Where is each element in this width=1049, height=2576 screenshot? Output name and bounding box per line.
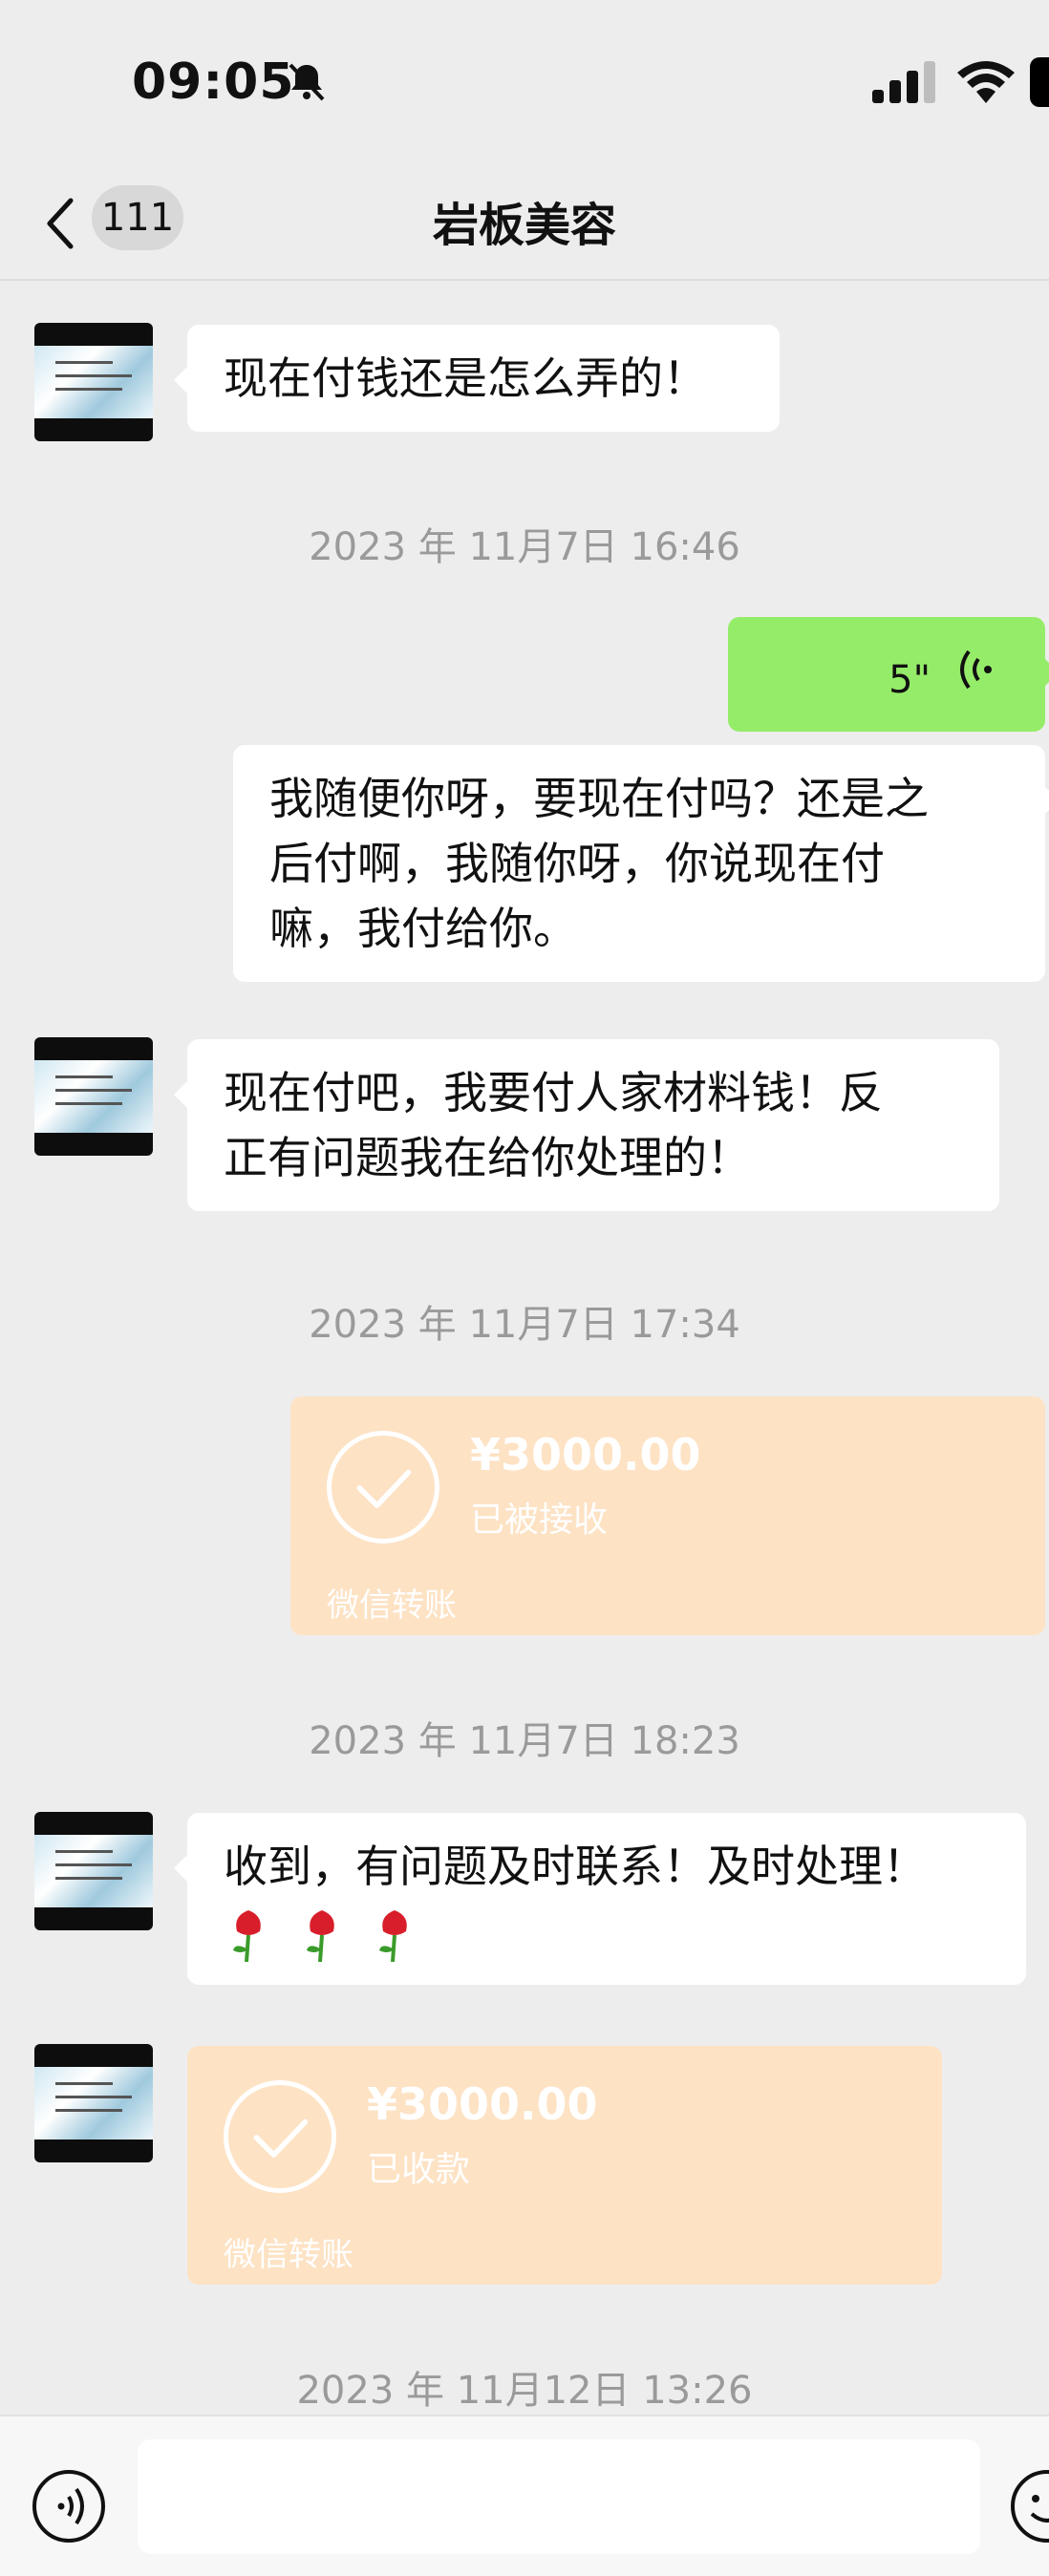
- wifi-icon: [957, 61, 1015, 103]
- check-circle-icon: [327, 1431, 439, 1543]
- bell-muted-icon: [289, 63, 325, 101]
- transfer-card-incoming[interactable]: ¥3000.00 已收款 微信转账: [187, 2046, 942, 2285]
- voice-input-icon[interactable]: [31, 2468, 107, 2544]
- emoji-icon[interactable]: [1009, 2468, 1049, 2544]
- transfer-card-outgoing[interactable]: ¥3000.00 已被接收 微信转账: [290, 1396, 1045, 1635]
- transfer-status: 已被接收: [470, 1501, 609, 1540]
- contact-avatar[interactable]: [34, 323, 153, 441]
- message-line: 我随便你呀，要现在付吗？还是之: [269, 773, 929, 824]
- message-line: 后付啊，我随你呀，你说现在付: [269, 838, 885, 889]
- check-circle-icon: [224, 2080, 336, 2193]
- timestamp: 2023 年 11月7日 16:46: [309, 525, 740, 569]
- voice-wave-icon: [960, 649, 992, 690]
- message-line: 正有问题我在给你处理的！: [224, 1132, 751, 1183]
- chat-title: 岩板美容: [432, 199, 616, 252]
- message-bubble-incoming[interactable]: 现在付钱还是怎么弄的！: [174, 325, 780, 432]
- voice-message-bubble[interactable]: 5": [728, 617, 1049, 732]
- signal-icon: [872, 61, 935, 103]
- transfer-amount: ¥3000.00: [367, 2078, 598, 2130]
- message-text: 现在付钱还是怎么弄的！: [224, 352, 707, 404]
- transfer-brand: 微信转账: [327, 1586, 457, 1625]
- emoji-row: [224, 1899, 990, 1964]
- message-bubble-outgoing[interactable]: 我随便你呀，要现在付吗？还是之 后付啊，我随你呀，你说现在付 嘛，我付给你。: [233, 745, 1049, 982]
- message-input[interactable]: [138, 2439, 980, 2554]
- transfer-status: 已收款: [367, 2150, 471, 2189]
- rose-icon: [379, 1909, 408, 1962]
- message-text: 收到，有问题及时联系！及时处理！: [224, 1841, 927, 1892]
- voice-duration: 5": [888, 658, 931, 702]
- status-bar: 09:05: [0, 0, 1049, 162]
- timestamp: 2023 年 11月12日 13:26: [296, 2369, 753, 2413]
- input-bar: [0, 2415, 1049, 2576]
- contact-avatar[interactable]: [34, 1037, 153, 1156]
- message-line: 嘛，我付给你。: [269, 903, 577, 954]
- transfer-brand: 微信转账: [224, 2236, 353, 2274]
- rose-icon: [306, 1909, 334, 1962]
- timestamp: 2023 年 11月7日 17:34: [309, 1303, 740, 1347]
- rose-icon: [233, 1909, 261, 1962]
- contact-avatar[interactable]: [34, 2044, 153, 2162]
- battery-icon: [1030, 57, 1049, 107]
- timestamp: 2023 年 11月7日 18:23: [309, 1719, 740, 1763]
- message-bubble-incoming[interactable]: 现在付吧，我要付人家材料钱！反 正有问题我在给你处理的！: [174, 1039, 999, 1211]
- contact-avatar[interactable]: [34, 1812, 153, 1930]
- status-time: 09:05: [132, 53, 295, 111]
- message-line: 现在付吧，我要付人家材料钱！反: [224, 1067, 883, 1118]
- message-bubble-incoming[interactable]: 收到，有问题及时联系！及时处理！: [174, 1813, 1026, 1985]
- transfer-amount: ¥3000.00: [470, 1429, 701, 1480]
- nav-bar: 111 岩板美容: [0, 162, 1049, 281]
